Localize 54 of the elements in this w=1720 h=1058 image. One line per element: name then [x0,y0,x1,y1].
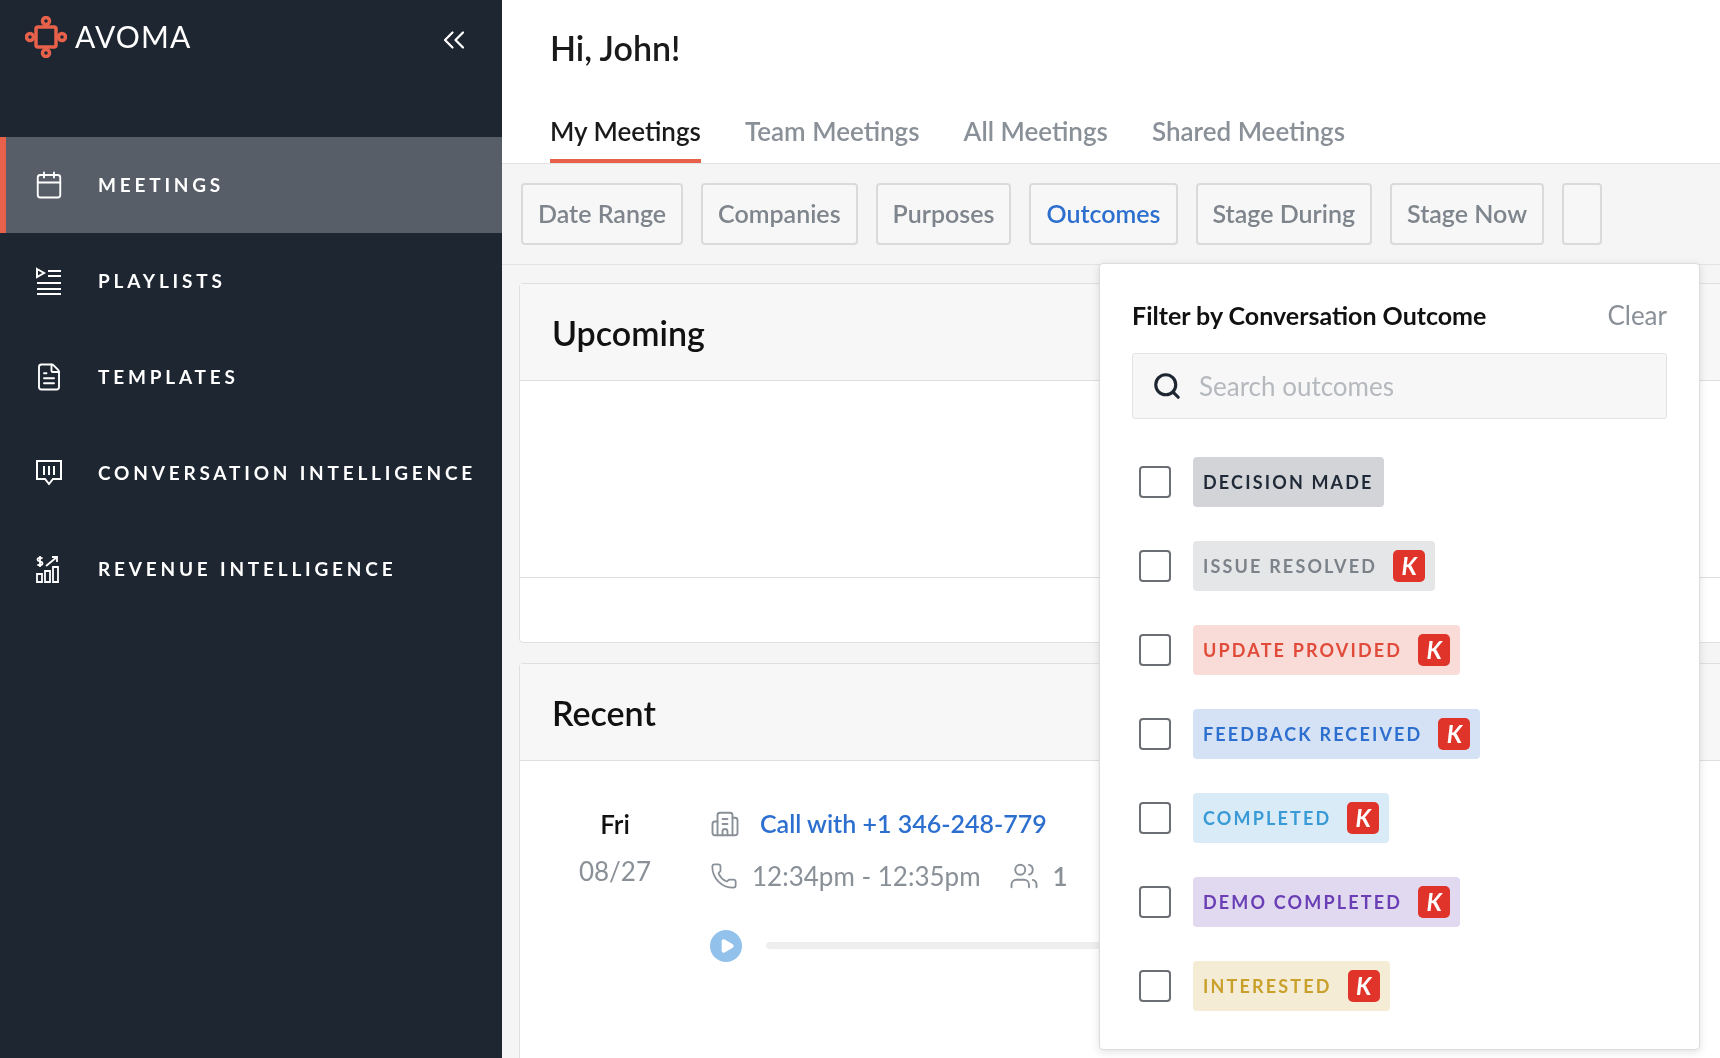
checkbox[interactable] [1139,886,1171,918]
checkbox[interactable] [1139,550,1171,582]
meetings-tab[interactable]: Shared Meetings [1151,112,1346,163]
meeting-day: Fri [600,805,630,844]
speech-bubble-icon [34,458,64,488]
sidebar-item[interactable]: CONVERSATION INTELLIGENCE [0,425,502,521]
dropdown-title: Filter by Conversation Outcome [1132,298,1487,332]
outcome-tag: INTERESTED K [1193,961,1390,1011]
outcome-tag: DECISION MADE [1193,457,1384,507]
outcome-tag: ISSUE RESOLVED K [1193,541,1436,591]
filter-button[interactable]: Date Range [521,183,684,245]
search-icon [1152,371,1182,401]
checkbox[interactable] [1139,634,1171,666]
outcome-tag: DEMO COMPLETED K [1193,877,1461,927]
checkbox[interactable] [1139,466,1171,498]
filter-button[interactable]: Purposes [875,183,1012,245]
clear-button[interactable]: Clear [1607,296,1667,335]
sidebar-item[interactable]: PLAYLISTS [0,233,502,329]
section-title: Upcoming [552,310,705,355]
play-icon [719,937,735,954]
meeting-date: 08/27 [578,854,652,889]
greeting: Hi, John! [549,26,682,70]
sidebar-item[interactable]: MEETINGS [0,137,502,233]
filter-button[interactable]: Stage Now [1390,183,1544,245]
meetings-tab[interactable]: All Meetings [963,112,1108,163]
brand-name: AVOMA [75,17,192,56]
k-badge: K [1393,550,1426,582]
meetings-tab[interactable]: Team Meetings [744,112,920,163]
attendees-icon [1008,861,1039,891]
logo-icon [25,15,67,58]
sidebar-item[interactable]: TEMPLATES [0,329,502,425]
k-badge: K [1347,802,1380,834]
filter-button[interactable]: Companies [701,183,858,245]
phone-icon [710,862,738,890]
k-badge: K [1438,718,1471,750]
k-badge: K [1418,886,1451,918]
meeting-title-link[interactable]: Call with +1 346-248-779 [760,805,1047,843]
sidebar-item[interactable]: REVENUE INTELLIGENCE [0,521,502,617]
k-badge: K [1418,634,1451,666]
calendar-icon [34,170,64,200]
checkbox[interactable] [1139,802,1171,834]
attendee-count: 1 [1052,858,1068,894]
outcome-tag: FEEDBACK RECEIVED K [1193,709,1481,759]
section-title: Recent [552,690,656,735]
k-badge: K [1347,970,1380,1002]
playlist-icon [34,266,64,296]
filter-button[interactable]: Stage During [1195,183,1373,245]
meeting-time: 12:34pm - 12:35pm [752,858,981,894]
outcome-tag: COMPLETED K [1193,793,1390,843]
search-field[interactable]: Search outcomes [1132,353,1667,419]
checkbox[interactable] [1139,970,1171,1002]
outcome-tag: UPDATE PROVIDED K [1193,625,1461,675]
checkbox[interactable] [1139,718,1171,750]
filter-button[interactable]: Outcomes [1029,183,1178,245]
